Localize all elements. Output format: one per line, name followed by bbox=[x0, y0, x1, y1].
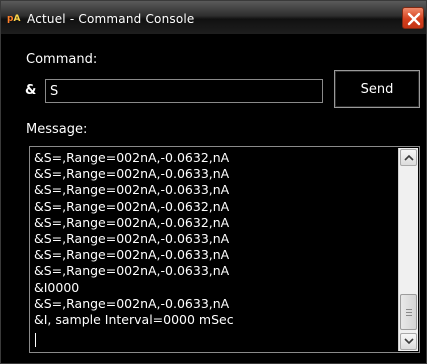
message-line: &S=,Range=002nA,-0.0632,nA bbox=[34, 150, 230, 165]
command-prefix: & bbox=[25, 83, 37, 98]
window-title: Actuel - Command Console bbox=[27, 12, 195, 26]
chevron-up-icon bbox=[404, 154, 414, 161]
command-label: Command: bbox=[26, 52, 98, 67]
vertical-scrollbar[interactable] bbox=[398, 148, 418, 351]
scroll-up-button[interactable] bbox=[400, 149, 417, 166]
close-icon bbox=[407, 12, 421, 26]
message-line: &S=,Range=002nA,-0.0633,nA bbox=[34, 247, 230, 263]
close-button[interactable] bbox=[402, 7, 424, 29]
app-icon: pA bbox=[7, 11, 25, 27]
message-line: &S=,Range=002nA,-0.0633,nA bbox=[34, 295, 230, 311]
scrollbar-thumb[interactable] bbox=[400, 294, 417, 330]
send-button[interactable]: Send bbox=[334, 70, 420, 108]
message-label: Message: bbox=[26, 122, 88, 137]
message-line: &S=,Range=002nA,-0.0633,nA bbox=[34, 166, 230, 182]
message-lines: &S=,Range=002nA,-0.0632,nA &S=,Range=002n… bbox=[34, 150, 394, 328]
message-output[interactable]: &S=,Range=002nA,-0.0632,nA &S=,Range=002n… bbox=[29, 146, 420, 353]
message-line: &S=,Range=002nA,-0.0633,nA bbox=[34, 263, 230, 279]
message-line: &S=,Range=002nA,-0.0632,nA bbox=[34, 198, 230, 214]
thumb-grip-line bbox=[406, 312, 412, 313]
thumb-grip-line bbox=[406, 309, 412, 310]
message-line: &I0000 bbox=[34, 279, 80, 295]
chevron-down-icon bbox=[404, 338, 414, 345]
message-line: &S=,Range=002nA,-0.0632,nA bbox=[34, 214, 230, 230]
message-line: &S=,Range=002nA,-0.0633,nA bbox=[34, 182, 230, 198]
command-console-window: pA Actuel - Command Console Command: & S… bbox=[0, 0, 427, 364]
message-line: &I, sample Interval=0000 mSec bbox=[34, 312, 234, 328]
title-bar[interactable]: pA Actuel - Command Console bbox=[1, 1, 426, 35]
app-icon-letter-a: A bbox=[13, 14, 21, 24]
thumb-grip-line bbox=[406, 315, 412, 316]
command-input[interactable] bbox=[45, 79, 323, 103]
scroll-down-button[interactable] bbox=[400, 333, 417, 350]
text-caret bbox=[35, 333, 36, 347]
message-line: &S=,Range=002nA,-0.0633,nA bbox=[34, 231, 230, 247]
